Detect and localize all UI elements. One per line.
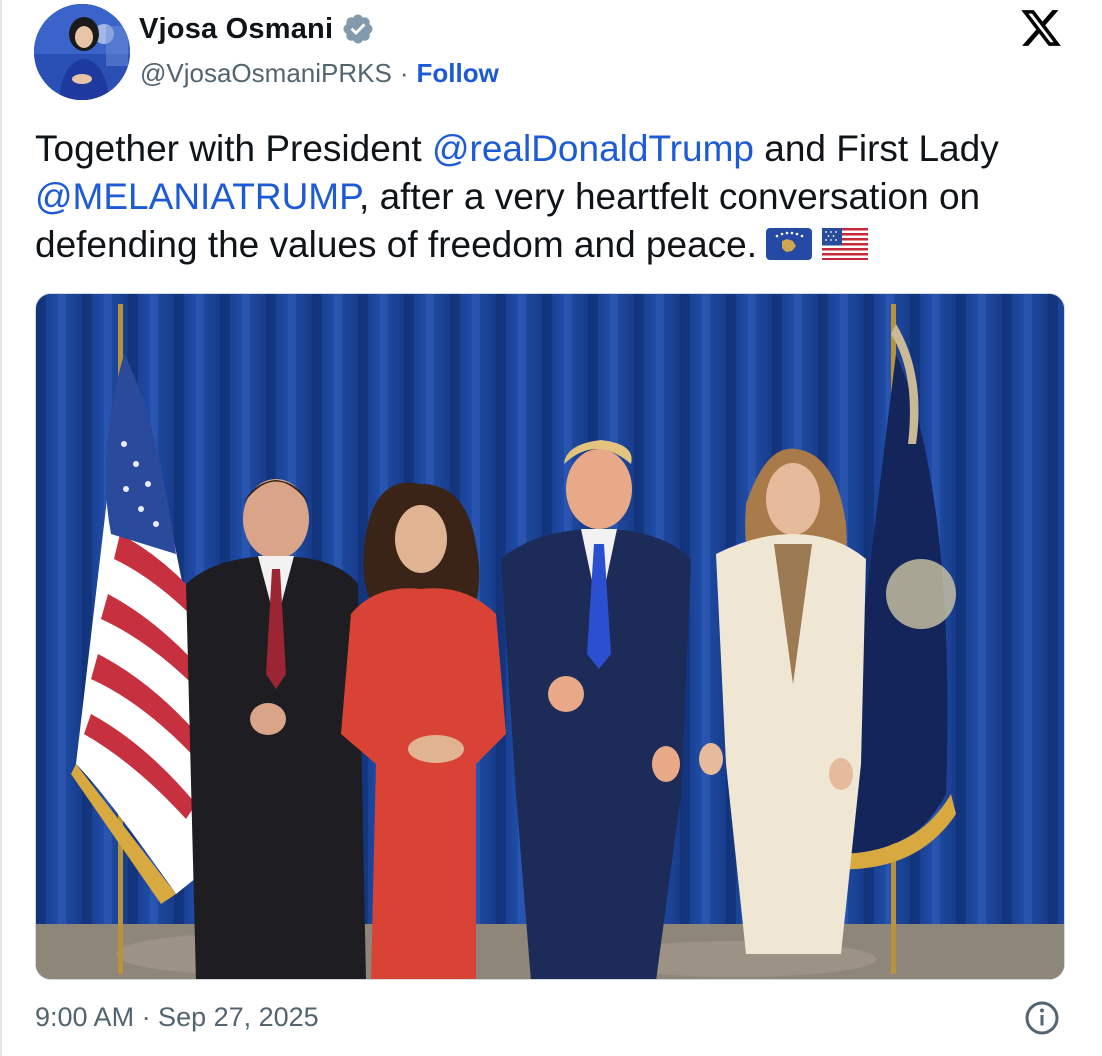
us-flag-emoji	[821, 225, 869, 273]
avatar-image	[34, 4, 130, 100]
author-display-name[interactable]: Vjosa Osmani	[139, 13, 333, 46]
tweet-text: Together with President @realDonaldTrump…	[35, 125, 1075, 273]
tweet-text-part2: and First Lady	[753, 128, 999, 169]
mention-link-melania[interactable]: @MELANIATRUMP	[35, 176, 359, 217]
info-icon[interactable]	[1024, 1000, 1060, 1036]
photo-image	[36, 294, 1064, 979]
tweet-timestamp[interactable]: 9:00 AM · Sep 27, 2025	[35, 1002, 319, 1033]
author-handle-row: @VjosaOsmaniPRKS · Follow	[140, 58, 499, 89]
separator-dot: ·	[399, 58, 409, 88]
left-border	[0, 0, 2, 1056]
author-handle[interactable]: @VjosaOsmaniPRKS	[140, 58, 392, 89]
tweet-text-part1: Together with President	[35, 128, 432, 169]
follow-button[interactable]: Follow	[416, 58, 498, 89]
mention-link-trump[interactable]: @realDonaldTrump	[432, 128, 754, 169]
avatar[interactable]	[34, 4, 130, 100]
author-name-row: Vjosa Osmani	[139, 12, 375, 46]
x-logo-icon[interactable]	[1018, 6, 1064, 50]
kosovo-flag-emoji	[765, 225, 813, 273]
verified-badge-icon	[343, 14, 373, 44]
tweet-photo[interactable]	[35, 293, 1065, 980]
